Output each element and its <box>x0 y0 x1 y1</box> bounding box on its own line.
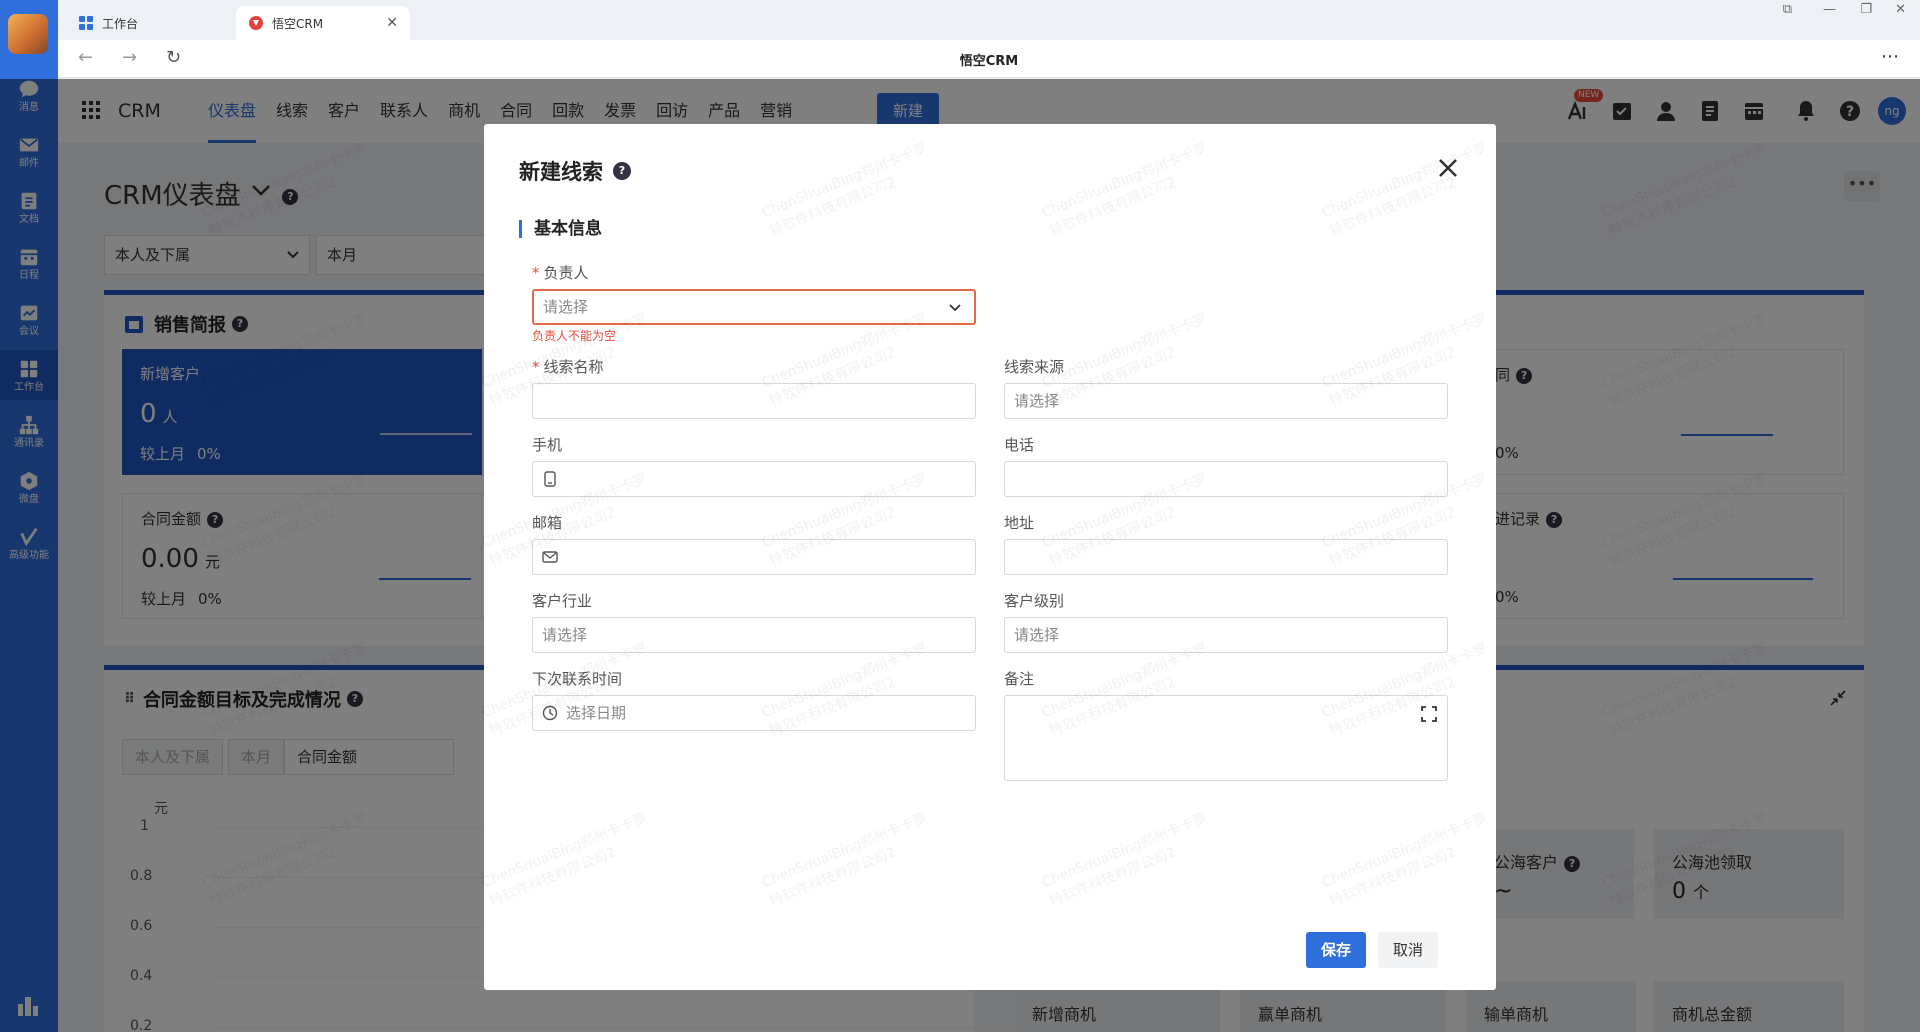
remark-label: 备注 <box>1004 670 1035 688</box>
mobile-input[interactable] <box>532 461 976 497</box>
phone-input[interactable] <box>1004 461 1448 497</box>
lead-source-label: 线索来源 <box>1004 358 1065 376</box>
close-tab-icon[interactable]: ✕ <box>386 15 398 31</box>
level-label: 客户级别 <box>1004 592 1065 610</box>
popout-icon[interactable]: ⧉ <box>1783 2 1792 17</box>
email-label: 邮箱 <box>532 514 563 532</box>
lead-source-select[interactable]: 请选择 <box>1004 383 1448 419</box>
next-contact-label: 下次联系时间 <box>532 670 623 688</box>
crm-logo-icon <box>249 16 263 30</box>
lead-name-input[interactable] <box>532 383 976 419</box>
lead-name-label: * 线索名称 <box>532 358 604 376</box>
tab-label: 悟空CRM <box>272 16 324 31</box>
user-avatar[interactable] <box>8 14 48 54</box>
close-icon[interactable] <box>1436 156 1460 180</box>
email-input[interactable] <box>532 539 976 575</box>
remark-textarea[interactable] <box>1004 695 1448 781</box>
window-close-icon[interactable]: ✕ <box>1895 2 1906 17</box>
tab-crm[interactable]: 悟空CRM ✕ <box>236 6 410 40</box>
industry-select[interactable]: 请选择 <box>532 617 976 653</box>
tab-workbench[interactable]: 工作台 <box>66 6 226 40</box>
level-select[interactable]: 请选择 <box>1004 617 1448 653</box>
save-button[interactable]: 保存 <box>1306 932 1366 968</box>
clock-icon <box>542 705 558 721</box>
phone-label: 电话 <box>1004 436 1035 454</box>
maximize-icon[interactable]: ❐ <box>1860 2 1872 17</box>
address-input[interactable] <box>1004 539 1448 575</box>
browser-toolbar: ← → ↻ 悟空CRM ⋯ <box>58 40 1920 78</box>
chevron-down-icon <box>949 304 961 312</box>
industry-label: 客户行业 <box>532 592 593 610</box>
browser-tabbar: 工作台 悟空CRM ✕ ⧉ — ❐ ✕ <box>58 0 1920 40</box>
minimize-icon[interactable]: — <box>1823 2 1836 17</box>
next-contact-date-picker[interactable]: 选择日期 <box>532 695 976 731</box>
owner-error: 负责人不能为空 <box>532 329 617 343</box>
owner-select[interactable]: 请选择 <box>532 289 976 325</box>
section-basic-info: 基本信息 <box>519 220 602 238</box>
fullscreen-icon[interactable] <box>1421 706 1437 722</box>
apps-icon <box>79 16 93 30</box>
cancel-button[interactable]: 取消 <box>1378 932 1438 968</box>
owner-label: * 负责人 <box>532 264 589 282</box>
mail-icon <box>542 551 558 563</box>
address-label: 地址 <box>1004 514 1035 532</box>
new-lead-dialog: 新建线索 ? 基本信息 * 负责人 请选择 负责人不能为空 * 线索名称 线索来源 … <box>484 124 1496 990</box>
page-title: 悟空CRM <box>959 54 1019 69</box>
mobile-phone-icon <box>544 471 556 487</box>
dialog-title: 新建线索 ? <box>519 156 631 186</box>
tab-label: 工作台 <box>102 16 139 31</box>
mobile-label: 手机 <box>532 436 563 454</box>
help-icon[interactable]: ? <box>613 162 631 180</box>
more-icon[interactable]: ⋯ <box>1881 46 1900 67</box>
